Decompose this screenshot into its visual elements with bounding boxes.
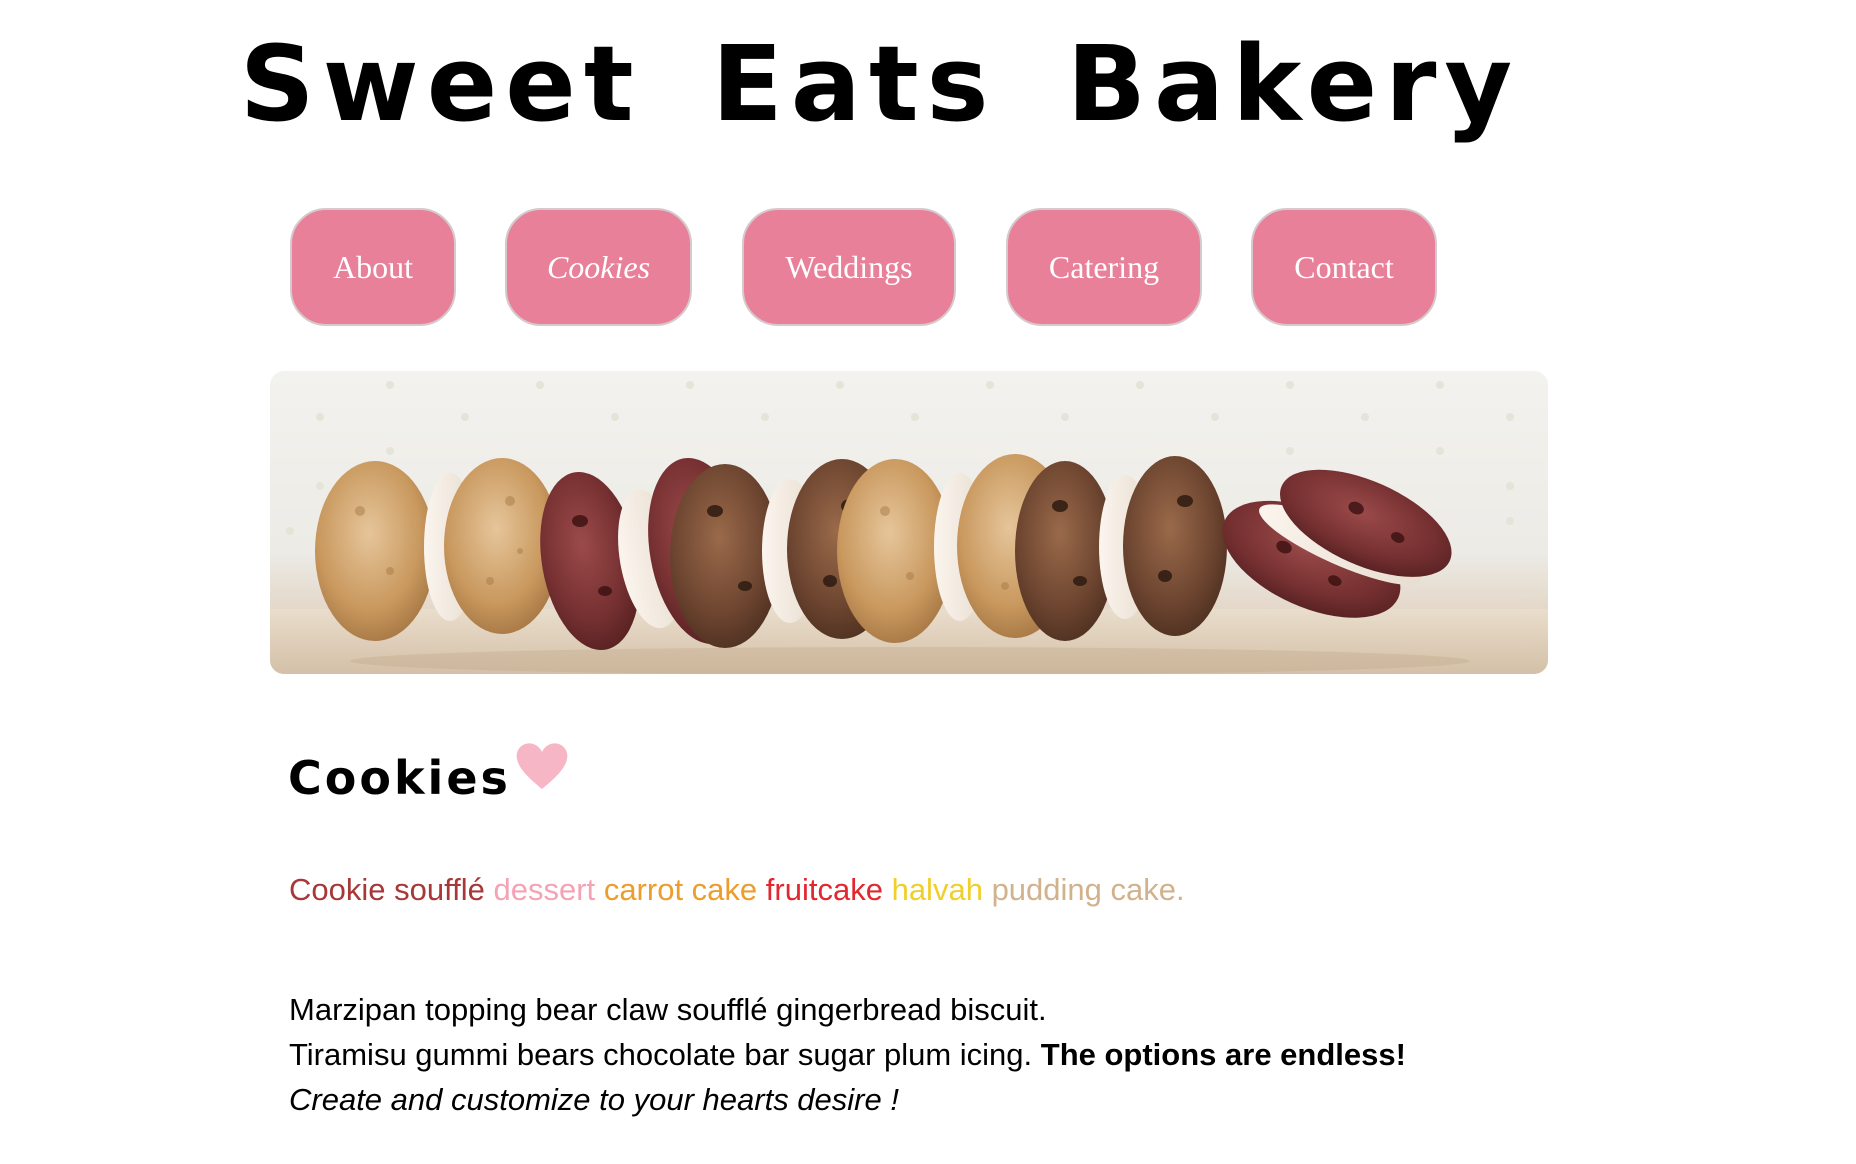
nav-cookies-button[interactable]: Cookies <box>505 208 692 326</box>
flavor-item: dessert <box>493 872 596 907</box>
section-title: Cookies <box>288 738 569 818</box>
flavor-list: Cookie soufflé dessert carrot cake fruit… <box>289 870 1185 910</box>
description-emphasis: The options are endless! <box>1040 1037 1406 1072</box>
description-text: Tiramisu gummi bears chocolate bar sugar… <box>289 1037 1041 1072</box>
section-title-text: Cookies <box>288 751 511 805</box>
flavor-item: Cookie soufflé <box>289 872 485 907</box>
site-title: Sweet Eats Bakery <box>239 23 1521 145</box>
flavor-item: fruitcake <box>765 872 883 907</box>
hero-image <box>270 371 1548 674</box>
main-nav: About Cookies Weddings Catering Contact <box>0 208 1856 328</box>
heart-icon <box>515 738 569 818</box>
nav-weddings-button[interactable]: Weddings <box>742 208 956 326</box>
flavor-item: halvah <box>891 872 983 907</box>
description-tagline: Create and customize to your hearts desi… <box>289 1082 899 1117</box>
nav-catering-button[interactable]: Catering <box>1006 208 1202 326</box>
cookies-photo-icon <box>270 381 1548 674</box>
description-line: Marzipan topping bear claw soufflé ginge… <box>289 992 1047 1027</box>
nav-about-button[interactable]: About <box>290 208 456 326</box>
flavor-item: carrot cake <box>603 872 758 907</box>
description: Marzipan topping bear claw soufflé ginge… <box>289 987 1406 1122</box>
nav-contact-button[interactable]: Contact <box>1251 208 1437 326</box>
description-line: Tiramisu gummi bears chocolate bar sugar… <box>289 1032 1406 1077</box>
flavor-item: pudding cake. <box>991 872 1185 907</box>
